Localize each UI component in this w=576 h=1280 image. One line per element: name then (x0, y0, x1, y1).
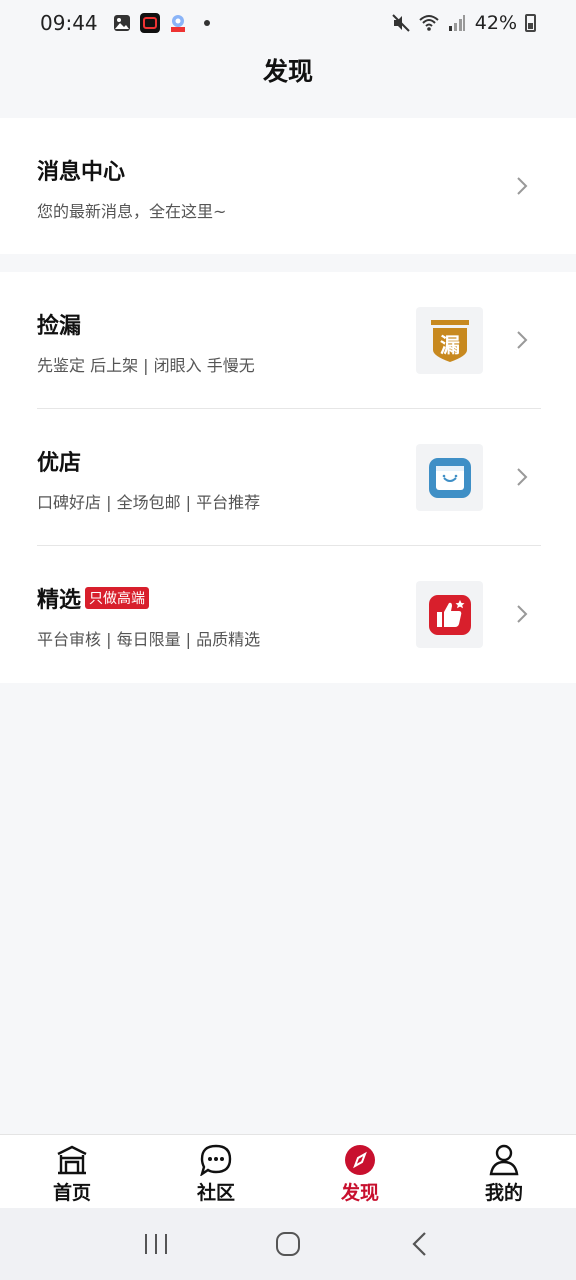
message-center-title: 消息中心 (37, 160, 126, 185)
tab-label: 首页 (52, 1182, 91, 1204)
chevron-right-icon (517, 468, 528, 486)
bottom-tab-bar: 首页 社区 发现 我的 (0, 1134, 576, 1208)
item-subtitle: 先鉴定 后上架 | 闭眼入 手慢无 (37, 356, 255, 375)
notification-dot-icon (203, 20, 210, 26)
gallery-icon (112, 13, 132, 33)
item-subtitle: 口碑好店 | 全场包邮 | 平台推荐 (37, 493, 261, 512)
battery-percent: 42% (474, 12, 517, 34)
chevron-right-icon (517, 331, 528, 349)
status-time: 09:44 (40, 11, 98, 35)
home-circle-icon (276, 1232, 300, 1256)
tab-label: 社区 (196, 1182, 235, 1204)
chevron-right-icon (517, 177, 528, 195)
profile-icon (486, 1143, 522, 1177)
tab-label: 我的 (484, 1182, 523, 1204)
home-button[interactable] (268, 1224, 308, 1264)
item-subtitle: 平台审核 | 每日限量 | 品质精选 (37, 630, 261, 649)
tab-community[interactable]: 社区 (144, 1135, 288, 1208)
message-center-row[interactable]: 消息中心 您的最新消息，全在这里~ (37, 118, 541, 255)
mute-icon (391, 13, 411, 33)
wallet-app-icon (139, 13, 160, 33)
svg-text:漏: 漏 (440, 333, 460, 357)
game-app-icon (168, 13, 188, 33)
thumbs-up-icon (416, 581, 483, 648)
lou-shield-icon: 漏 (416, 307, 483, 374)
status-bar: 09:44 42% (0, 0, 576, 46)
item-title: 优店 (37, 451, 82, 476)
list-item-jingxuan[interactable]: 精选 只做高端 平台审核 | 每日限量 | 品质精选 (37, 546, 541, 683)
wifi-icon (419, 13, 439, 33)
tab-discover[interactable]: 发现 (288, 1135, 432, 1208)
battery-icon (525, 14, 536, 32)
discover-list-card: 捡漏 先鉴定 后上架 | 闭眼入 手慢无 漏 优店 口碑好店 | 全场包邮 | … (0, 272, 576, 683)
item-title: 精选 只做高端 (37, 582, 150, 614)
tab-home[interactable]: 首页 (0, 1135, 144, 1208)
home-icon (54, 1143, 90, 1177)
signal-icon (447, 13, 467, 33)
page-title: 发现 (262, 57, 313, 86)
recent-apps-icon (145, 1234, 167, 1254)
premium-badge: 只做高端 (85, 587, 150, 609)
system-nav-bar (0, 1208, 576, 1280)
chat-icon (198, 1143, 234, 1177)
list-item-youdian[interactable]: 优店 口碑好店 | 全场包邮 | 平台推荐 (37, 409, 541, 546)
tab-mine[interactable]: 我的 (432, 1135, 576, 1208)
item-title: 捡漏 (37, 314, 82, 339)
back-icon (412, 1232, 426, 1256)
list-item-jianlou[interactable]: 捡漏 先鉴定 后上架 | 闭眼入 手慢无 漏 (37, 272, 541, 409)
tab-label: 发现 (340, 1182, 379, 1204)
message-center-subtitle: 您的最新消息，全在这里~ (37, 202, 227, 221)
status-right: 42% (391, 12, 536, 34)
message-center-card[interactable]: 消息中心 您的最新消息，全在这里~ (0, 118, 576, 254)
item-title-text: 精选 (37, 588, 82, 613)
status-left: 09:44 (40, 11, 210, 35)
recent-apps-button[interactable] (136, 1224, 176, 1264)
back-button[interactable] (400, 1224, 440, 1264)
chevron-right-icon (517, 605, 528, 623)
shop-box-icon (416, 444, 483, 511)
compass-icon (342, 1143, 378, 1177)
